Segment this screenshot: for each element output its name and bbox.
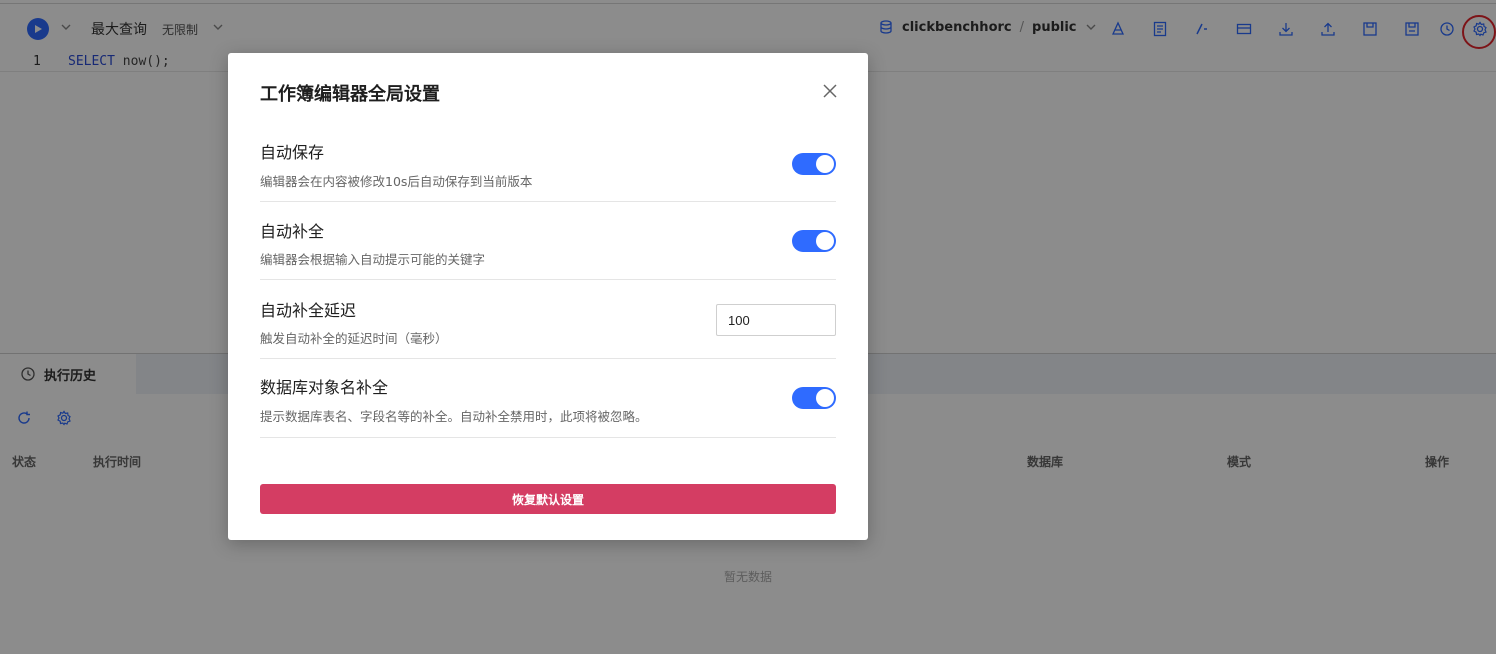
auto-save-toggle[interactable]	[792, 153, 836, 175]
auto-complete-toggle[interactable]	[792, 230, 836, 252]
setting-description: 编辑器会在内容被修改10s后自动保存到当前版本	[260, 174, 533, 189]
setting-auto-save: 自动保存 编辑器会在内容被修改10s后自动保存到当前版本	[260, 137, 836, 202]
setting-description: 编辑器会根据输入自动提示可能的关键字	[260, 252, 486, 267]
setting-title: 数据库对象名补全	[260, 378, 389, 397]
auto-complete-delay-input[interactable]	[716, 304, 836, 336]
setting-title: 自动补全延迟	[260, 301, 357, 320]
close-icon[interactable]	[822, 83, 838, 99]
setting-auto-complete: 自动补全 编辑器会根据输入自动提示可能的关键字	[260, 202, 836, 280]
object-name-complete-toggle[interactable]	[792, 387, 836, 409]
setting-auto-complete-delay: 自动补全延迟 触发自动补全的延迟时间（毫秒）	[260, 280, 836, 359]
dialog-title: 工作簿编辑器全局设置	[260, 84, 440, 105]
setting-title: 自动补全	[260, 222, 325, 241]
global-settings-dialog: 工作簿编辑器全局设置 自动保存 编辑器会在内容被修改10s后自动保存到当前版本 …	[228, 53, 868, 540]
setting-description: 提示数据库表名、字段名等的补全。自动补全禁用时，此项将被忽略。	[260, 409, 648, 424]
setting-title: 自动保存	[260, 143, 325, 162]
reset-defaults-button[interactable]: 恢复默认设置	[260, 484, 836, 514]
setting-description: 触发自动补全的延迟时间（毫秒）	[260, 331, 448, 346]
setting-object-name-complete: 数据库对象名补全 提示数据库表名、字段名等的补全。自动补全禁用时，此项将被忽略。	[260, 359, 836, 438]
